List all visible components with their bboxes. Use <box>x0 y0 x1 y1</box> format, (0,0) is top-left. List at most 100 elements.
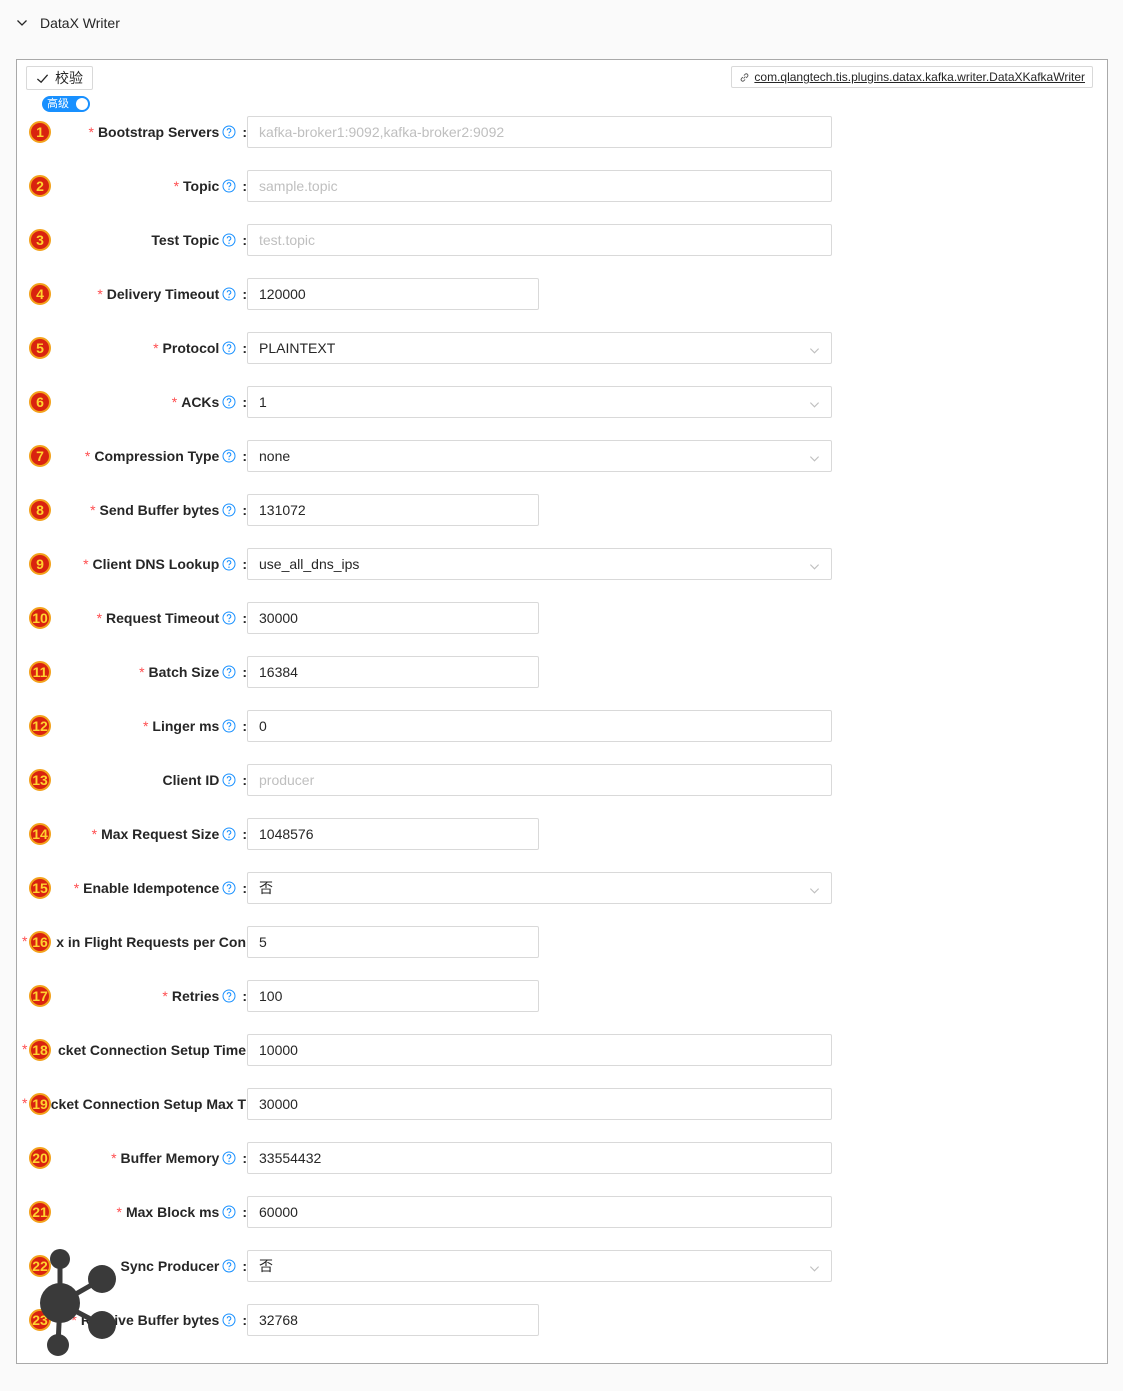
form-row: 9 * Client DNS Lookup: use_all_dns_ips <box>17 548 1109 580</box>
help-icon[interactable] <box>222 287 236 301</box>
input-value: 30000 <box>259 1096 298 1112</box>
chevron-down-icon[interactable] <box>809 343 820 354</box>
chevron-down-icon[interactable] <box>809 1261 820 1272</box>
input-value: 33554432 <box>259 1150 322 1166</box>
text-input[interactable]: 33554432 <box>247 1142 832 1174</box>
field-label: Enable Idempotence <box>83 880 220 896</box>
text-input[interactable]: sample.topic <box>247 170 832 202</box>
chevron-down-icon[interactable] <box>809 883 820 894</box>
text-input[interactable]: 120000 <box>247 278 539 310</box>
text-input[interactable]: 30000 <box>247 602 539 634</box>
help-icon[interactable] <box>222 665 236 679</box>
help-icon[interactable] <box>222 719 236 733</box>
advanced-toggle[interactable]: 高级 <box>42 96 90 112</box>
field-label: Batch Size <box>148 664 220 680</box>
input-value: 1 <box>259 394 267 410</box>
required-marker: * <box>22 933 28 949</box>
step-number-badge: 5 <box>29 337 51 359</box>
select-field[interactable]: 否 <box>247 1250 832 1282</box>
help-icon[interactable] <box>222 503 236 517</box>
text-input[interactable]: 60000 <box>247 1196 832 1228</box>
text-input[interactable]: 131072 <box>247 494 539 526</box>
text-input[interactable]: 30000 <box>247 1088 832 1120</box>
field-label: Bootstrap Servers <box>97 124 220 140</box>
select-field[interactable]: none <box>247 440 832 472</box>
help-icon[interactable] <box>222 449 236 463</box>
text-input[interactable]: 1048576 <box>247 818 539 850</box>
text-input[interactable]: 32768 <box>247 1304 539 1336</box>
field-label-group: * Max Block ms: <box>21 1196 248 1228</box>
chevron-down-icon[interactable] <box>809 397 820 408</box>
field-label-group: * Topic: <box>21 170 247 202</box>
form-row: 16 * x in Flight Requests per Con 5 <box>17 926 1109 958</box>
required-marker: * <box>90 502 96 518</box>
help-icon[interactable] <box>222 125 236 139</box>
help-icon[interactable] <box>222 989 236 1003</box>
step-number-badge: 10 <box>29 607 51 629</box>
field-label-group: * Client DNS Lookup: <box>21 548 247 580</box>
step-number-badge: 12 <box>29 715 51 737</box>
help-icon[interactable] <box>222 1205 236 1219</box>
text-input[interactable]: producer <box>247 764 832 796</box>
form-row: 20 * Buffer Memory: 33554432 <box>17 1142 1109 1174</box>
chevron-down-icon[interactable] <box>809 451 820 462</box>
step-number-badge: 11 <box>29 661 51 683</box>
help-icon[interactable] <box>222 179 236 193</box>
help-icon[interactable] <box>222 557 236 571</box>
input-placeholder: test.topic <box>259 232 316 248</box>
input-value: 32768 <box>259 1312 298 1328</box>
panel-header[interactable]: DataX Writer <box>0 0 1123 46</box>
select-field[interactable]: 否 <box>247 872 832 904</box>
field-label-group: * Delivery Timeout: <box>21 278 247 310</box>
text-input[interactable]: kafka-broker1:9092,kafka-broker2:9092 <box>247 116 832 148</box>
required-marker: * <box>22 1095 28 1111</box>
step-number-badge: 7 <box>29 445 51 467</box>
text-input[interactable]: test.topic <box>247 224 832 256</box>
step-number-badge: 3 <box>29 229 51 251</box>
plugin-class-link[interactable]: com.qlangtech.tis.plugins.datax.kafka.wr… <box>731 66 1093 88</box>
text-input[interactable]: 10000 <box>247 1034 832 1066</box>
required-marker: * <box>162 988 168 1004</box>
help-icon[interactable] <box>222 395 236 409</box>
text-input[interactable]: 0 <box>247 710 832 742</box>
form-row: 3 Test Topic: test.topic <box>17 224 1109 256</box>
help-icon[interactable] <box>222 1151 236 1165</box>
help-icon[interactable] <box>222 1313 236 1327</box>
required-marker: * <box>142 718 149 734</box>
input-value: PLAINTEXT <box>259 340 336 356</box>
field-label-group: * Linger ms: <box>21 710 247 742</box>
field-label: Client ID <box>162 772 220 788</box>
writer-config-card: 校验 com.qlangtech.tis.plugins.datax.kafka… <box>16 59 1108 1364</box>
field-label-group: * Send Buffer bytes: <box>21 494 247 526</box>
form-row: 1 * Bootstrap Servers: kafka-broker1:9092,k… <box>17 116 1109 148</box>
help-icon[interactable] <box>222 827 236 841</box>
verify-button[interactable]: 校验 <box>26 66 93 90</box>
field-label: Retries <box>171 988 220 1004</box>
select-field[interactable]: PLAINTEXT <box>247 332 832 364</box>
field-label: cket Connection Setup Time <box>58 1042 246 1058</box>
field-label: Max Block ms <box>125 1204 220 1220</box>
form-row: 10 * Request Timeout: 30000 <box>17 602 1109 634</box>
field-label: Protocol <box>162 340 220 356</box>
help-icon[interactable] <box>222 611 236 625</box>
field-label: Linger ms <box>152 718 220 734</box>
required-marker: * <box>171 394 178 410</box>
form-row: 5 * Protocol: PLAINTEXT <box>17 332 1109 364</box>
text-input[interactable]: 16384 <box>247 656 539 688</box>
chevron-down-icon[interactable] <box>809 559 820 570</box>
field-label: Topic <box>183 178 220 194</box>
select-field[interactable]: use_all_dns_ips <box>247 548 832 580</box>
select-field[interactable]: 1 <box>247 386 832 418</box>
help-icon[interactable] <box>222 773 236 787</box>
input-value: 5 <box>259 934 267 950</box>
text-input[interactable]: 100 <box>247 980 539 1012</box>
field-label-group: * ACKs: <box>21 386 247 418</box>
step-number-badge: 16 <box>29 931 51 953</box>
help-icon[interactable] <box>222 881 236 895</box>
help-icon[interactable] <box>222 341 236 355</box>
required-marker: * <box>139 664 145 680</box>
help-icon[interactable] <box>222 233 236 247</box>
text-input[interactable]: 5 <box>247 926 539 958</box>
help-icon[interactable] <box>222 1259 236 1273</box>
form-row: 21 * Max Block ms: 60000 <box>17 1196 1109 1228</box>
